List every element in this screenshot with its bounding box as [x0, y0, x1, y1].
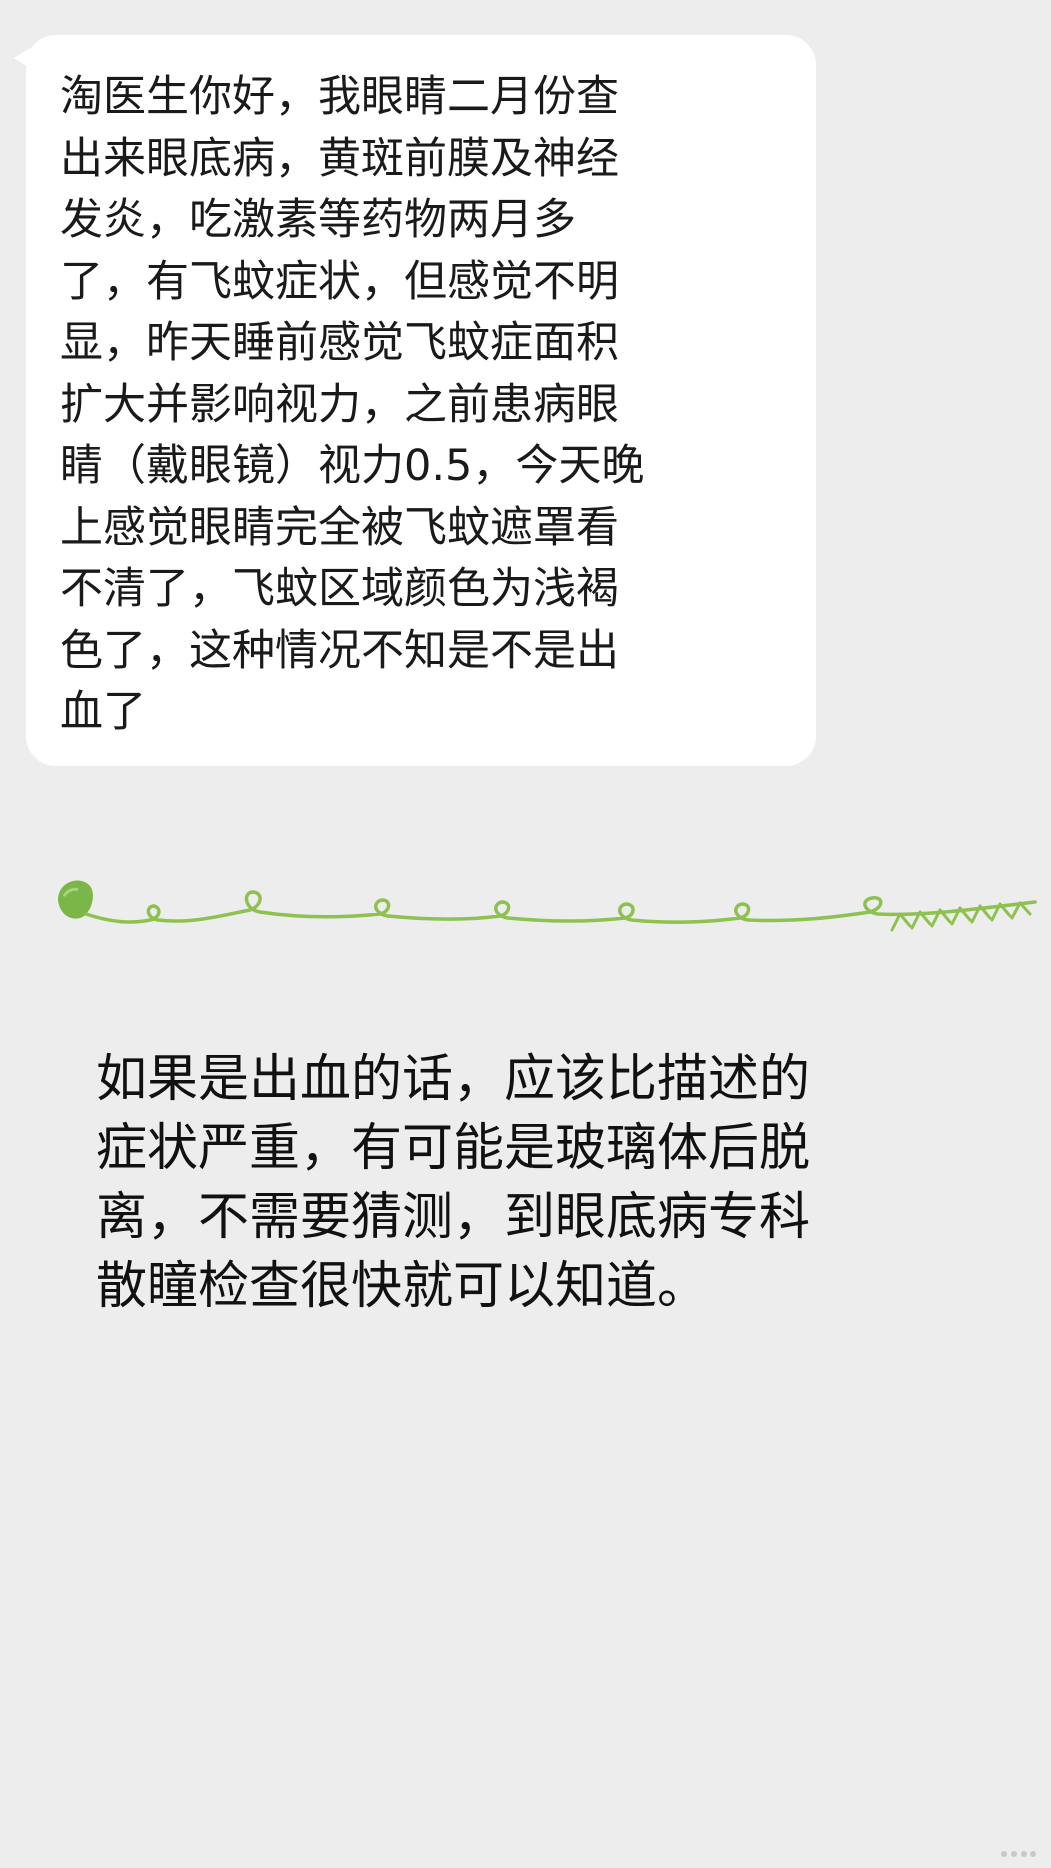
question-line: 显，昨天睡前感觉飞蚊症面积 — [60, 318, 619, 368]
question-line: 扩大并影响视力，之前患病眼 — [60, 379, 619, 430]
question-line: 了，有飞蚊症状，但感觉不明 — [60, 256, 619, 307]
answer-line: 如果是出血的话，应该比描述的 — [96, 1050, 811, 1109]
answer-line: 离，不需要猜测，到眼底病专科 — [96, 1188, 811, 1247]
question-line: 色了，这种情况不知是不是出 — [60, 625, 619, 676]
question-line: 出来眼底病，黄斑前膜及神经 — [60, 133, 619, 184]
question-line: 不清了，飞蚊区域颜色为浅褐 — [60, 564, 619, 614]
question-line: 睛（戴眼镜）视力0.5，今天晚 — [60, 441, 645, 491]
answer-line: 散瞳检查很快就可以知道。 — [96, 1257, 709, 1316]
answer-text: 如果是出血的话，应该比描述的 症状严重，有可能是玻璃体后脱 离，不需要猜测，到眼… — [96, 1045, 966, 1321]
question-line: 淘医生你好，我眼睛二月份查 — [60, 72, 619, 122]
dots-watermark-icon — [1001, 1851, 1036, 1857]
question-line: 发炎，吃激素等药物两月多 — [60, 195, 576, 245]
question-text: 淘医生你好，我眼睛二月份查 出来眼底病，黄斑前膜及神经 发炎，吃激素等药物两月多… — [60, 67, 760, 744]
green-vine-divider-icon — [58, 880, 1037, 932]
question-line: 血了 — [60, 687, 146, 737]
question-line: 上感觉眼睛完全被飞蚊遮罩看 — [60, 502, 619, 553]
answer-line: 症状严重，有可能是玻璃体后脱 — [96, 1119, 811, 1178]
